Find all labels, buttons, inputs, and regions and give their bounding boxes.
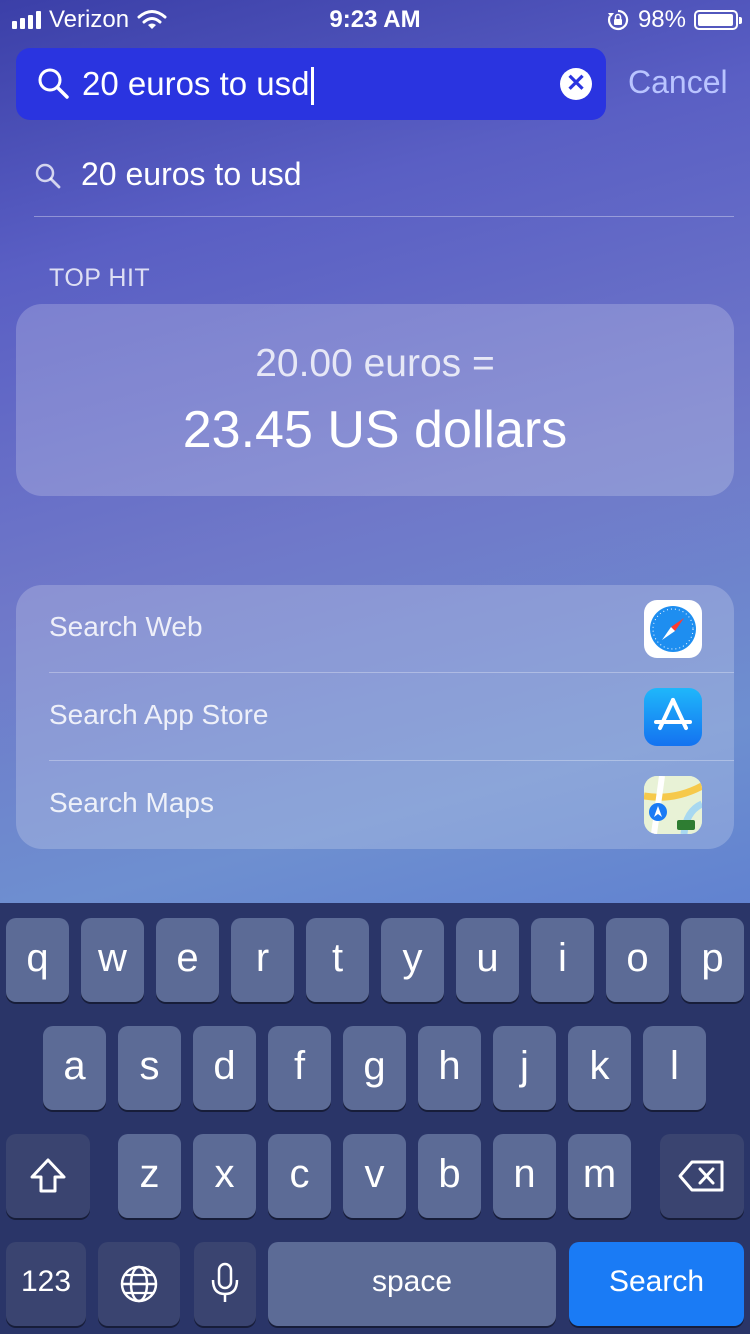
globe-key[interactable] [98,1242,180,1326]
search-app-store-label: Search App Store [49,699,269,730]
space-key[interactable]: space [268,1242,556,1326]
safari-icon [644,600,702,658]
shift-key[interactable] [6,1134,90,1218]
orientation-lock-icon [607,9,629,31]
search-app-store-row[interactable]: Search App Store [16,673,734,761]
key-c[interactable]: c [268,1134,331,1218]
numbers-key[interactable]: 123 [6,1242,86,1326]
search-web-row[interactable]: Search Web [16,585,734,673]
app-store-icon [644,688,702,746]
delete-icon [678,1160,724,1192]
maps-icon [644,776,702,834]
search-maps-row[interactable]: Search Maps [16,761,734,849]
status-right: 98% [606,6,742,34]
key-w[interactable]: w [81,918,144,1002]
key-p[interactable]: p [681,918,744,1002]
search-suggestion[interactable]: 20 euros to usd [34,150,734,217]
key-v[interactable]: v [343,1134,406,1218]
key-x[interactable]: x [193,1134,256,1218]
key-q[interactable]: q [6,918,69,1002]
key-z[interactable]: z [118,1134,181,1218]
key-d[interactable]: d [193,1026,256,1110]
key-s[interactable]: s [118,1026,181,1110]
search-maps-label: Search Maps [49,787,214,818]
clear-icon[interactable]: ✕ [560,68,592,100]
delete-key[interactable] [660,1134,744,1218]
key-l[interactable]: l [643,1026,706,1110]
key-t[interactable]: t [306,918,369,1002]
text-caret [310,67,314,106]
conversion-source: 20.00 euros = [255,342,495,385]
microphone-key[interactable] [194,1242,256,1326]
key-f[interactable]: f [268,1026,331,1110]
key-j[interactable]: j [493,1026,556,1110]
microphone-icon [211,1262,239,1302]
key-n[interactable]: n [493,1134,556,1218]
key-e[interactable]: e [156,918,219,1002]
key-b[interactable]: b [418,1134,481,1218]
key-o[interactable]: o [606,918,669,1002]
suggestion-text: 20 euros to usd [81,156,302,192]
currency-conversion-card[interactable]: 20.00 euros = 23.45 US dollars [16,304,734,496]
search-icon [35,163,61,189]
key-h[interactable]: h [418,1026,481,1110]
key-k[interactable]: k [568,1026,631,1110]
key-i[interactable]: i [531,918,594,1002]
battery-percent: 98% [637,6,686,33]
search-icon [38,68,69,99]
search-input[interactable]: 20 euros to usd [82,64,314,106]
battery-icon [694,10,742,30]
top-hit-label: TOP HIT [49,264,151,292]
battery-fill [698,14,734,26]
search-actions-list: Search Web Search App Store Search Maps [16,585,734,849]
key-a[interactable]: a [43,1026,106,1110]
search-key[interactable]: Search [569,1242,744,1326]
key-m[interactable]: m [568,1134,631,1218]
key-u[interactable]: u [456,918,519,1002]
keyboard: q w e r t y u i o p a s d f g h j k l z … [0,903,750,1334]
conversion-result: 23.45 US dollars [182,401,568,459]
search-field[interactable]: 20 euros to usd ✕ [16,48,606,120]
search-web-label: Search Web [49,611,203,642]
key-g[interactable]: g [343,1026,406,1110]
cancel-button[interactable]: Cancel [628,64,728,101]
shift-icon [30,1158,66,1193]
key-y[interactable]: y [381,918,444,1002]
status-bar: Verizon 9:23 AM 98% [0,0,750,40]
search-query-text: 20 euros to usd [82,65,310,102]
globe-icon [120,1265,158,1303]
key-r[interactable]: r [231,918,294,1002]
